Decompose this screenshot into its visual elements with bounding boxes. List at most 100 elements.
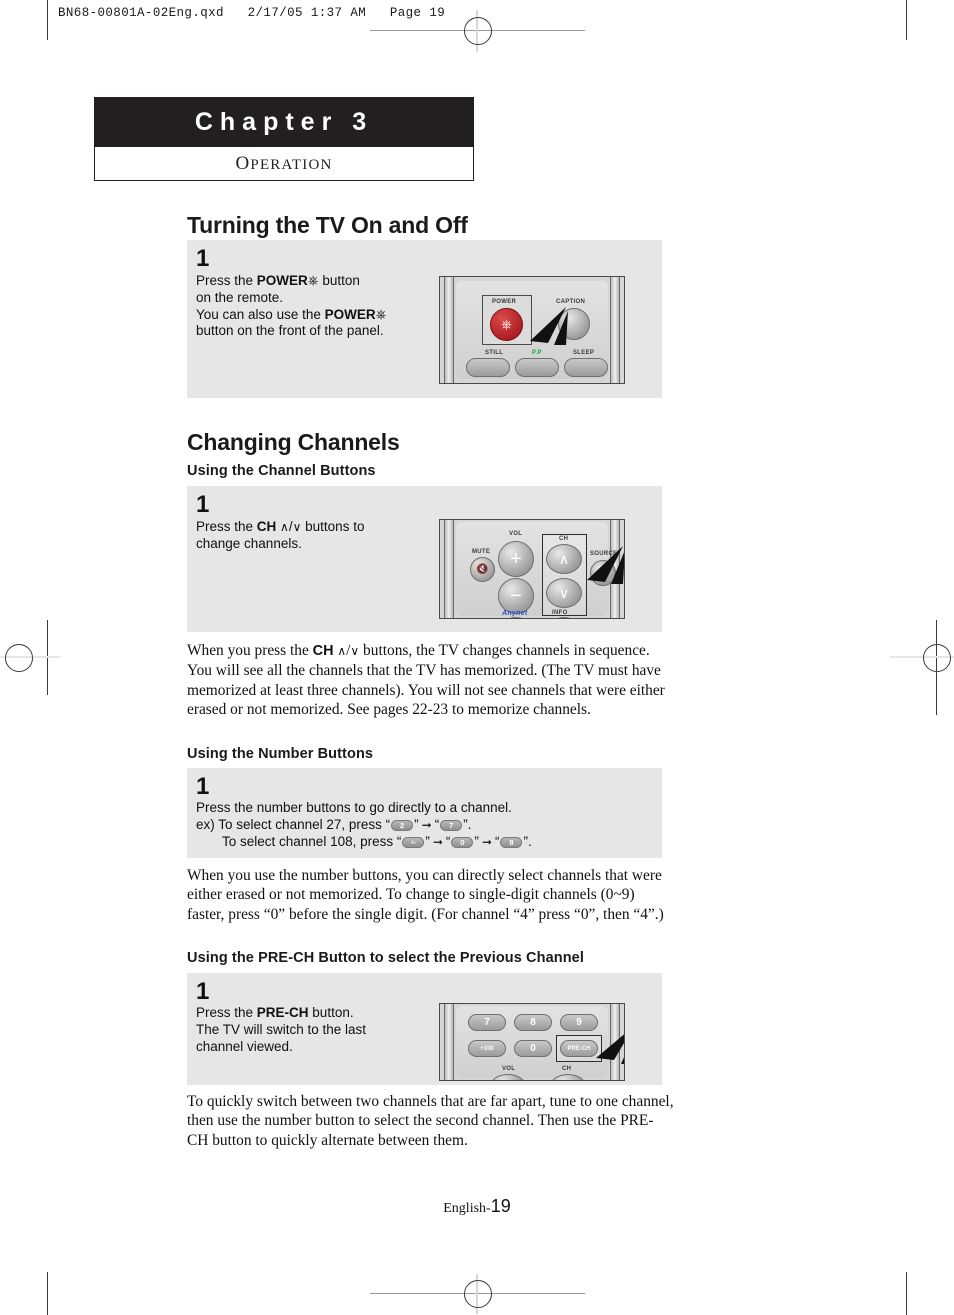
- power-line1-suffix: button: [318, 273, 360, 288]
- key-glyph-dash[interactable]: -/--: [402, 836, 425, 848]
- chapter-title: Chapter 3: [194, 107, 374, 136]
- p1-keyword: CH: [312, 643, 334, 659]
- chapter-title-bar: Chapter 3: [94, 97, 474, 147]
- channel-line1-prefix: Press the: [196, 519, 257, 534]
- channel-line2: change channels.: [196, 535, 302, 551]
- paragraph-prech: To quickly switch between two channels t…: [187, 1093, 674, 1149]
- anynet-button-label: Anynet: [502, 610, 528, 617]
- still-button-label: STILL: [485, 350, 504, 356]
- remote-illustration-prech: 7 8 9 +100 0 PRE-CH VOL CH: [439, 1003, 625, 1081]
- page-footer: English-19: [0, 1196, 954, 1217]
- quote-open-5: “: [494, 833, 500, 849]
- sleep-button-label: SLEEP: [573, 350, 595, 356]
- quote-open-4: “: [445, 833, 451, 849]
- number-example-line1: ex) To select channel 27, press “2” ➞ “7”.: [196, 817, 471, 832]
- step-text-number: Press the number buttons to go directly …: [196, 800, 656, 850]
- crop-rule-left-top: [47, 0, 48, 40]
- ch-up-button[interactable]: ∧: [546, 544, 582, 574]
- arrow-right-icon-1: ➞: [421, 817, 432, 832]
- prech-line1-suffix: button.: [308, 1005, 354, 1020]
- key-button-9[interactable]: 9: [560, 1014, 598, 1031]
- caption-button-label: CAPTION: [556, 299, 586, 305]
- quote-open-2: “: [434, 816, 440, 832]
- remote-left-edge: [444, 277, 454, 383]
- sleep-button[interactable]: [564, 358, 608, 377]
- key-button-7[interactable]: 7: [468, 1014, 506, 1031]
- crop-rule-right-bottom: [906, 1272, 907, 1315]
- example-line2-prefix: To select channel 108, press “: [222, 833, 402, 849]
- step-text-prech: Press the PRE-CH button. The TV will swi…: [196, 1005, 436, 1055]
- chapter-subtitle-bar: OPERATION: [94, 147, 474, 181]
- registration-mark-right: [923, 644, 951, 672]
- info-button-label: INFO: [552, 610, 568, 616]
- power-keyword-2: POWER: [324, 306, 376, 322]
- remote3-right-edge: [610, 1004, 620, 1080]
- power-line4: button on the front of the panel.: [196, 323, 384, 339]
- power-line3-prefix: You can also use the: [196, 306, 325, 322]
- ch-down-button[interactable]: ∨: [546, 578, 582, 608]
- key-glyph-8[interactable]: 8: [500, 836, 523, 848]
- registration-mark-left: [5, 644, 33, 672]
- example-line1-prefix: To select channel 27, press “: [218, 816, 391, 832]
- remote-illustration-channel: MUTE 🔇 VOL + − CH ∧ ∨ SOURCE Anynet INFO: [439, 519, 625, 619]
- prech-line2: The TV will switch to the last: [196, 1021, 367, 1037]
- paragraph-number-buttons: When you use the number buttons, you can…: [187, 867, 664, 923]
- anynet-button[interactable]: [498, 617, 534, 618]
- prech-line1-prefix: Press the: [196, 1005, 257, 1020]
- power-line1-prefix: Press the: [196, 273, 257, 288]
- key-button-prech[interactable]: PRE-CH: [560, 1040, 598, 1057]
- quote-close-4: ”: [474, 833, 479, 849]
- heading-turning-tv: Turning the TV On and Off: [187, 212, 468, 238]
- registration-mark-top: [464, 17, 492, 45]
- pp-button[interactable]: [515, 358, 559, 377]
- pp-button-label: P.P: [532, 350, 542, 356]
- chevron-down-icon-2: ∨: [350, 644, 360, 658]
- crop-rule-left-bottom: [47, 1272, 48, 1315]
- paragraph-channel-buttons: When you press the CH ∧/∨ buttons, the T…: [187, 641, 667, 720]
- step-number-channel: 1: [196, 491, 210, 518]
- vol-up-button[interactable]: +: [498, 541, 534, 577]
- remote3-left-edge: [444, 1004, 454, 1080]
- subheading-prech: Using the PRE-CH Button to select the Pr…: [187, 950, 584, 966]
- subheading-channel-buttons: Using the Channel Buttons: [187, 463, 376, 479]
- arrow-right-icon-2: ➞: [432, 834, 443, 849]
- remote-illustration-power: POWER ⎈ CAPTION STILL P.P SLEEP: [439, 276, 625, 384]
- power-button[interactable]: ⎈: [490, 308, 523, 341]
- mute-button[interactable]: 🔇: [470, 557, 495, 582]
- quote-close-1: ”: [414, 816, 419, 832]
- caption-button[interactable]: [558, 308, 590, 340]
- power-icon-1: ⎈: [307, 273, 319, 288]
- chapter-subtitle-rest: PERATION: [250, 156, 333, 173]
- still-button[interactable]: [466, 358, 510, 377]
- channel-keyword: CH: [256, 519, 277, 534]
- key-button-plus100[interactable]: +100: [468, 1040, 506, 1057]
- quote-close-3: ”: [425, 833, 430, 849]
- example-intro: ex): [196, 816, 215, 832]
- remote3-ch-label: CH: [562, 1066, 572, 1072]
- step-text-channel: Press the CH ∧/∨ buttons to change chann…: [196, 519, 446, 553]
- vol-down-button[interactable]: −: [498, 578, 534, 614]
- chapter-block: Chapter 3 OPERATION: [94, 97, 474, 181]
- step-number-number: 1: [196, 773, 210, 800]
- power-keyword-1: POWER: [256, 273, 308, 288]
- vol-label: VOL: [509, 531, 523, 537]
- key-button-0[interactable]: 0: [514, 1040, 552, 1057]
- source-button[interactable]: [590, 560, 616, 586]
- power-button-label: POWER: [492, 299, 517, 305]
- remote-right-edge: [610, 277, 620, 383]
- footer-page-number: 19: [490, 1196, 511, 1216]
- footer-language: English-: [443, 1201, 491, 1216]
- info-button[interactable]: [546, 617, 582, 618]
- key-glyph-7[interactable]: 7: [440, 819, 463, 831]
- key-glyph-2[interactable]: 2: [391, 819, 414, 831]
- quote-close-5: ”.: [523, 833, 532, 849]
- chapter-subtitle: OPERATION: [235, 153, 332, 175]
- arrow-right-icon-3: ➞: [481, 834, 492, 849]
- prech-line3: channel viewed.: [196, 1038, 293, 1054]
- power-icon-2: ⎈: [375, 306, 387, 322]
- key-glyph-0[interactable]: 0: [451, 836, 474, 848]
- remote2-left-edge: [444, 520, 454, 618]
- channel-line1-suffix: buttons to: [301, 519, 365, 534]
- p1-prefix: When you press the: [187, 642, 313, 659]
- key-button-8[interactable]: 8: [514, 1014, 552, 1031]
